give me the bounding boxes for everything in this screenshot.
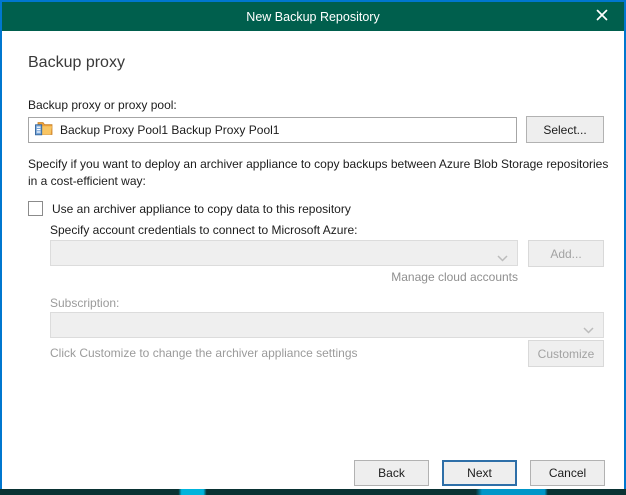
new-backup-repository-dialog: New Backup Repository Backup proxy Backu… — [0, 0, 626, 491]
manage-cloud-accounts-link[interactable]: Manage cloud accounts — [50, 270, 518, 284]
credentials-dropdown[interactable] — [50, 240, 518, 266]
customize-hint: Click Customize to change the archiver a… — [50, 346, 358, 360]
archiver-description: Specify if you want to deploy an archive… — [28, 156, 610, 189]
select-button[interactable]: Select... — [526, 116, 604, 143]
credentials-label: Specify account credentials to connect t… — [50, 223, 358, 237]
proxy-pool-value: Backup Proxy Pool1 Backup Proxy Pool1 — [60, 123, 279, 137]
subscription-dropdown[interactable] — [50, 312, 604, 338]
back-button[interactable]: Back — [354, 460, 429, 486]
screenshot-root: New Backup Repository Backup proxy Backu… — [0, 0, 626, 495]
close-icon — [596, 9, 608, 24]
chevron-down-icon — [583, 323, 594, 337]
window-title: New Backup Repository — [246, 10, 379, 24]
cancel-button[interactable]: Cancel — [530, 460, 605, 486]
page-title: Backup proxy — [28, 54, 125, 72]
customize-button[interactable]: Customize — [528, 340, 604, 367]
add-button[interactable]: Add... — [528, 240, 604, 267]
next-button[interactable]: Next — [442, 460, 517, 486]
background-window-edge — [0, 489, 626, 495]
close-button[interactable] — [586, 2, 618, 31]
proxy-pool-icon — [35, 121, 53, 139]
archiver-checkbox-label[interactable]: Use an archiver appliance to copy data t… — [52, 202, 351, 216]
subscription-label: Subscription: — [50, 296, 119, 310]
chevron-down-icon — [497, 251, 508, 265]
proxy-pool-label: Backup proxy or proxy pool: — [28, 98, 177, 112]
proxy-pool-field[interactable]: Backup Proxy Pool1 Backup Proxy Pool1 — [28, 117, 517, 143]
archiver-checkbox[interactable] — [28, 201, 43, 216]
titlebar: New Backup Repository — [2, 2, 624, 31]
